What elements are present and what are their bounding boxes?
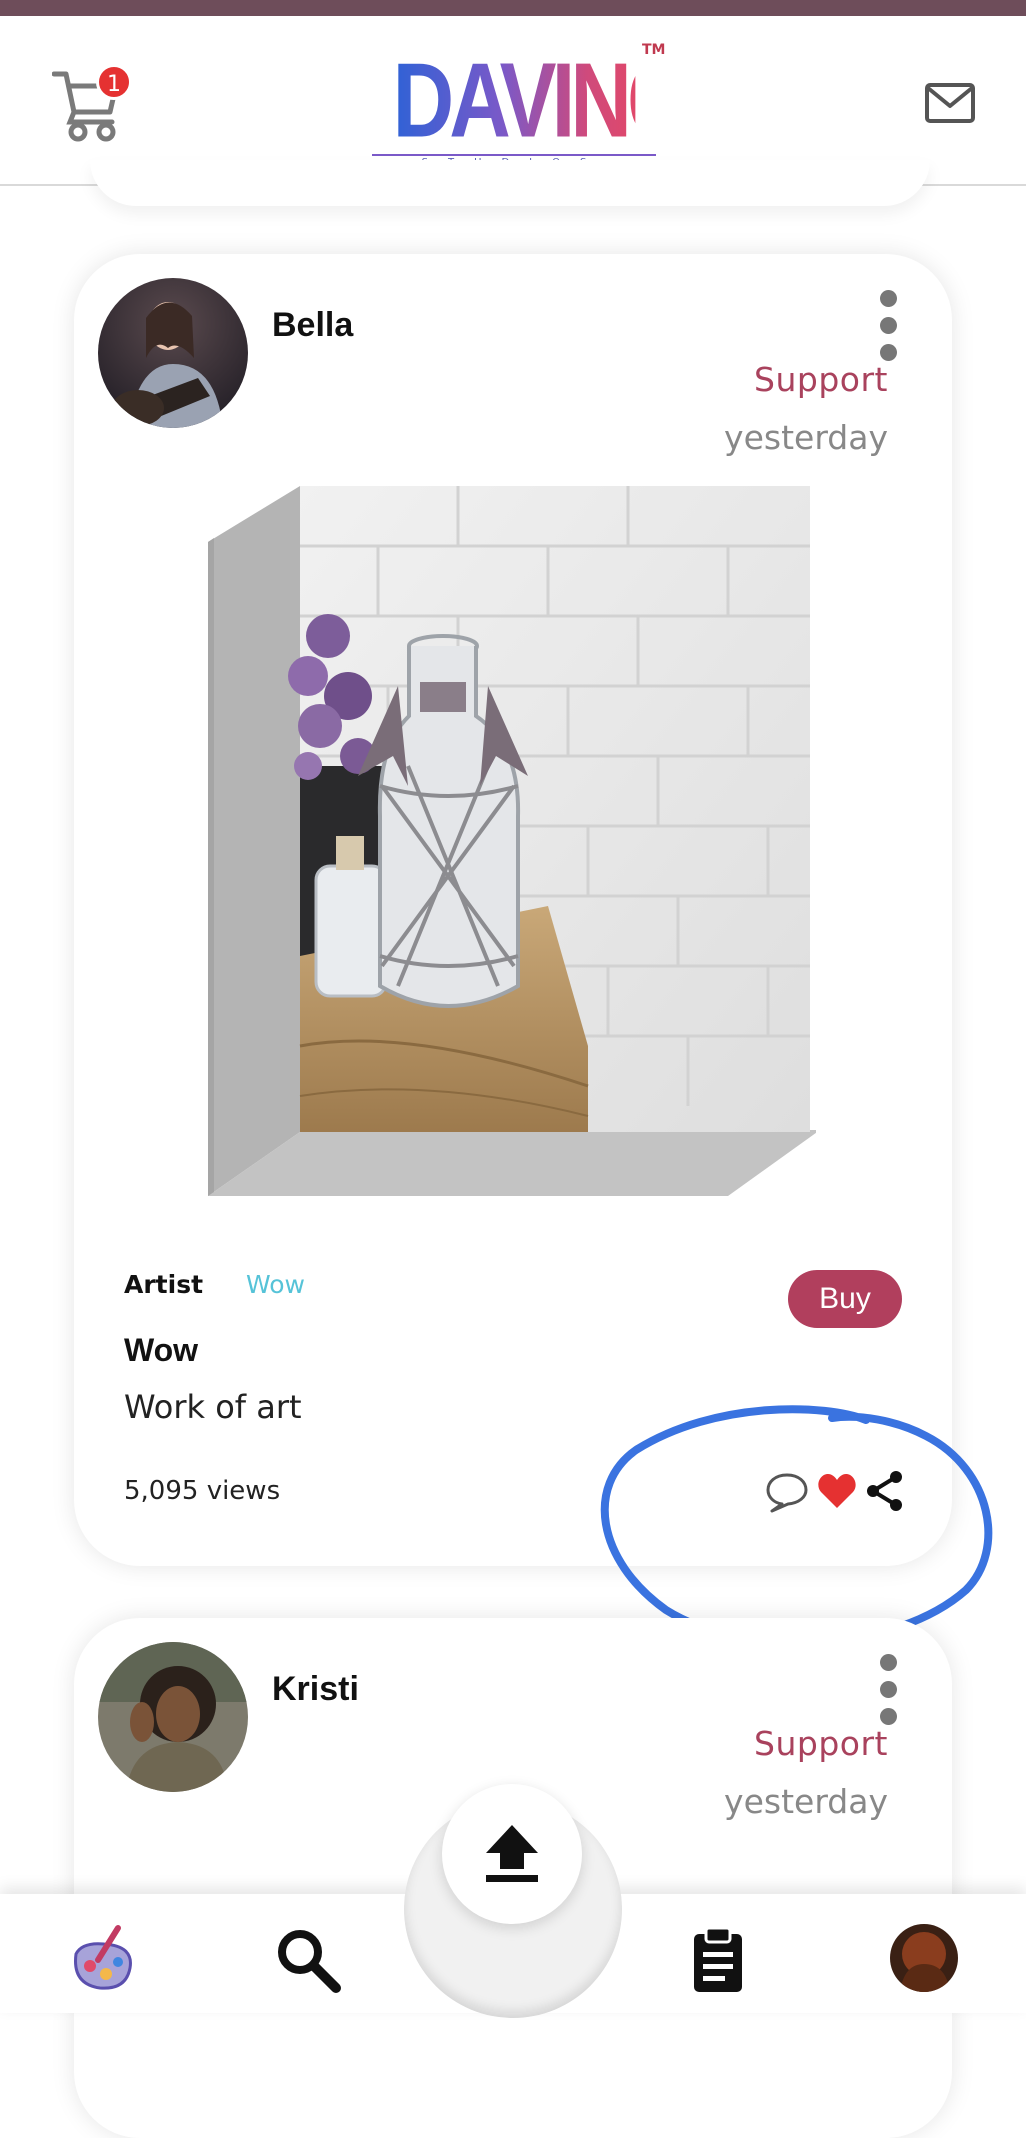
- upload-icon: [486, 1824, 538, 1882]
- logo-trademark: TM: [642, 42, 666, 58]
- post-title: Wow: [124, 1332, 199, 1368]
- share-icon[interactable]: [866, 1470, 904, 1512]
- logo-wordmark: DAVINCII: [392, 41, 727, 161]
- comment-icon[interactable]: [764, 1470, 810, 1514]
- support-link[interactable]: Support: [754, 360, 888, 399]
- avatar[interactable]: [98, 1642, 248, 1792]
- post-username[interactable]: Bella: [272, 306, 353, 345]
- palette-icon[interactable]: [64, 1924, 136, 1996]
- profile-photo: [890, 1924, 958, 1992]
- view-count: 5,095 views: [124, 1476, 281, 1506]
- post-username[interactable]: Kristi: [272, 1670, 359, 1709]
- more-options-icon[interactable]: [880, 290, 898, 362]
- previous-post-card-edge: [90, 160, 930, 206]
- artwork-image[interactable]: [208, 486, 816, 1196]
- post-actions: [764, 1470, 914, 1516]
- clipboard-icon[interactable]: [682, 1924, 754, 1996]
- status-strip: [0, 0, 1026, 16]
- cart-badge: 1: [96, 64, 132, 100]
- more-options-icon[interactable]: [880, 1654, 898, 1726]
- post-description: Work of art: [124, 1388, 302, 1426]
- mail-icon[interactable]: [924, 82, 976, 124]
- post-card: Bella Support yesterday Artist Wow Buy W…: [74, 254, 952, 1566]
- artist-label: Artist: [124, 1270, 204, 1299]
- upload-button[interactable]: [442, 1784, 582, 1924]
- heart-icon[interactable]: [816, 1470, 858, 1512]
- post-timestamp: yesterday: [724, 1782, 888, 1821]
- buy-button[interactable]: Buy: [788, 1270, 902, 1328]
- avatar[interactable]: [98, 278, 248, 428]
- artist-name-link[interactable]: Wow: [246, 1270, 305, 1299]
- profile-avatar[interactable]: [890, 1924, 958, 1992]
- search-icon[interactable]: [272, 1924, 344, 1996]
- support-link[interactable]: Support: [754, 1724, 888, 1763]
- post-timestamp: yesterday: [724, 418, 888, 457]
- avatar-photo: [98, 278, 248, 428]
- avatar-photo: [98, 1642, 248, 1792]
